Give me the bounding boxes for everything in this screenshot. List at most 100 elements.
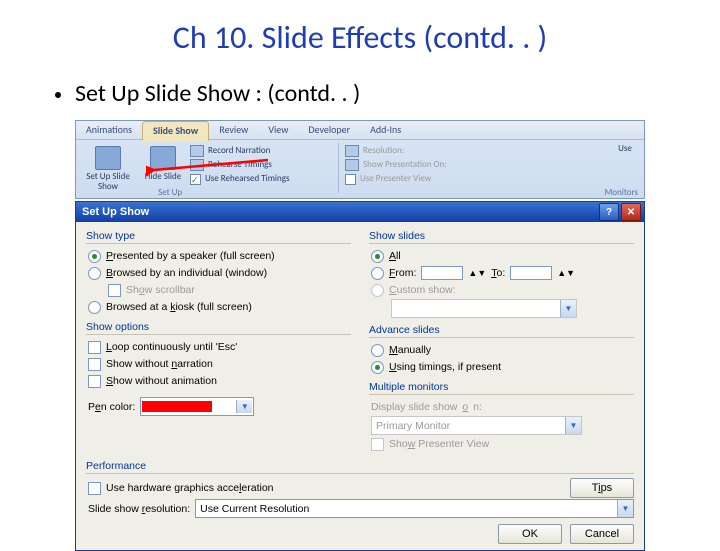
hide-slide-icon — [150, 146, 176, 170]
monitor-icon — [345, 145, 359, 157]
chevron-down-icon: ▼ — [560, 300, 576, 317]
chevron-down-icon: ▼ — [236, 400, 252, 413]
resolution-row: Resolution: — [345, 145, 495, 157]
custom-show-combo: ▼ — [391, 299, 577, 318]
resolution-value: Use Current Resolution — [200, 501, 309, 517]
using-timings-label: Using timings, if present — [389, 359, 501, 375]
use-rehearsed-label: Use Rehearsed Timings — [205, 173, 289, 185]
ribbon-tabs: Animations Slide Show Review View Develo… — [76, 121, 644, 140]
cancel-button[interactable]: Cancel — [570, 524, 634, 544]
custom-show-label: Custom show: — [389, 282, 456, 298]
projector-icon — [95, 146, 121, 170]
all-label: All — [389, 248, 401, 264]
use-rehearsed-option[interactable]: ✓Use Rehearsed Timings — [190, 173, 332, 185]
tab-add-ins[interactable]: Add-Ins — [360, 121, 411, 139]
display-on-combo: Primary Monitor▼ — [371, 416, 582, 435]
mic-icon — [190, 145, 204, 157]
without-narration-label: Show without narration — [106, 356, 213, 372]
presenter-view-option: Use Presenter View — [345, 173, 495, 185]
set-up-slide-show-button[interactable]: Set Up Slide Show — [80, 143, 136, 195]
browsed-individual-label: Browsed by an individual (window) — [106, 265, 267, 281]
radio-icon — [371, 250, 384, 263]
rehearse-timings-button[interactable]: Rehearse Timings — [190, 159, 332, 171]
clock-icon — [190, 159, 204, 171]
monitor-icon — [345, 159, 359, 171]
resolution-label: Slide show resolution: — [88, 501, 190, 517]
radio-from[interactable] — [371, 267, 384, 280]
from-input[interactable] — [421, 266, 463, 280]
to-label: To: — [491, 265, 505, 281]
close-button[interactable]: ✕ — [621, 203, 641, 221]
group-show-slides: Show slides — [369, 230, 634, 244]
radio-manually[interactable]: Manually — [371, 342, 634, 358]
checkbox-icon — [345, 174, 356, 185]
check-show-scrollbar: Show scrollbar — [108, 282, 351, 298]
radio-browsed-kiosk[interactable]: Browsed at a kiosk (full screen) — [88, 299, 351, 315]
present-on-label: Show Presentation On: — [363, 159, 447, 171]
bullet-text: Set Up Slide Show : (contd. . ) — [75, 79, 360, 108]
radio-icon — [88, 250, 101, 263]
to-input[interactable] — [510, 266, 552, 280]
group-show-type: Show type — [86, 230, 351, 244]
present-on-row: Show Presentation On: — [345, 159, 495, 171]
help-button[interactable]: ? — [599, 203, 619, 221]
tab-slide-show[interactable]: Slide Show — [142, 121, 209, 141]
tab-review[interactable]: Review — [209, 121, 258, 139]
display-on-label: Display slide show on: — [371, 399, 634, 415]
radio-browsed-individual[interactable]: Browsed by an individual (window) — [88, 265, 351, 281]
check-without-animation[interactable]: Show without animation — [88, 373, 351, 389]
radio-using-timings[interactable]: Using timings, if present — [371, 359, 634, 375]
radio-icon — [371, 284, 384, 297]
radio-icon — [371, 344, 384, 357]
radio-custom-show: Custom show: — [371, 282, 634, 298]
checkbox-icon — [88, 375, 101, 388]
radio-icon — [371, 361, 384, 374]
dialog-titlebar: Set Up Show ? ✕ — [76, 202, 644, 222]
pen-color-picker[interactable]: ▼ — [140, 397, 254, 416]
group-advance-slides: Advance slides — [369, 324, 634, 338]
checkbox-icon — [88, 341, 101, 354]
chevron-down-icon: ▼ — [565, 417, 581, 434]
bullet-dot-icon — [55, 92, 61, 98]
group-performance: Performance — [86, 460, 634, 474]
tab-developer[interactable]: Developer — [298, 121, 360, 139]
set-up-show-dialog: Set Up Show ? ✕ Show type Presented by a… — [75, 201, 645, 551]
group-label-monitors: Monitors — [605, 187, 638, 198]
tips-button[interactable]: Tips — [570, 478, 634, 498]
loop-label: Loop continuously until 'Esc' — [106, 339, 237, 355]
show-scrollbar-label: Show scrollbar — [126, 282, 195, 298]
embedded-screenshot: Animations Slide Show Review View Develo… — [75, 120, 645, 551]
ok-button[interactable]: OK — [498, 524, 562, 544]
pen-color-label: Pen color: — [88, 399, 135, 415]
radio-all[interactable]: All — [371, 248, 634, 264]
tab-view[interactable]: View — [258, 121, 298, 139]
check-loop[interactable]: Loop continuously until 'Esc' — [88, 339, 351, 355]
checkbox-icon — [371, 438, 384, 451]
record-narration-label: Record Narration — [208, 145, 270, 157]
show-presenter-view-label: Show Presenter View — [389, 436, 489, 452]
pen-color-swatch — [142, 401, 212, 412]
presenter-view-label: Use Presenter View — [360, 173, 431, 185]
set-up-slide-show-label: Set Up Slide Show — [86, 171, 130, 192]
resolution-label: Resolution: — [363, 145, 404, 157]
rehearse-timings-label: Rehearse Timings — [208, 159, 272, 171]
presented-speaker-label: Presented by a speaker (full screen) — [106, 248, 275, 264]
check-hw-accel[interactable] — [88, 482, 101, 495]
chevron-down-icon: ▼ — [617, 500, 633, 517]
check-without-narration[interactable]: Show without narration — [88, 356, 351, 372]
record-narration-button[interactable]: Record Narration — [190, 145, 332, 157]
checkbox-icon — [88, 358, 101, 371]
hide-slide-label: Hide Slide — [145, 171, 181, 182]
slide-title: Ch 10. Slide Effects (contd. . ) — [55, 18, 665, 57]
resolution-combo[interactable]: Use Current Resolution ▼ — [195, 499, 634, 518]
ribbon: Animations Slide Show Review View Develo… — [75, 120, 645, 199]
tab-animations[interactable]: Animations — [76, 121, 142, 139]
check-show-presenter-view: Show Presenter View — [371, 436, 634, 452]
radio-icon — [88, 267, 101, 280]
row-from-to: From: ▲▼ To: ▲▼ — [371, 265, 634, 281]
radio-presented-speaker[interactable]: Presented by a speaker (full screen) — [88, 248, 351, 264]
manually-label: Manually — [389, 342, 431, 358]
without-animation-label: Show without animation — [106, 373, 217, 389]
radio-icon — [88, 301, 101, 314]
tips-label: Tips — [592, 482, 612, 494]
